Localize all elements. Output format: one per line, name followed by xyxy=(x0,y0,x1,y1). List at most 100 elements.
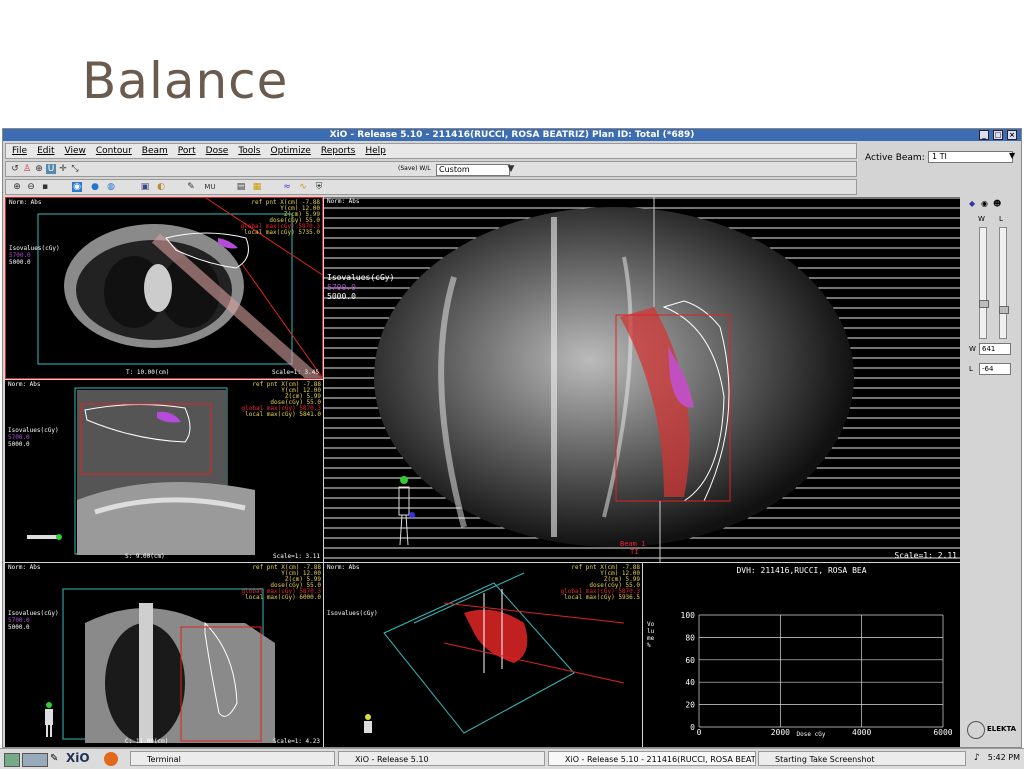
curve-icon[interactable]: ∿ xyxy=(298,182,308,192)
wave-icon[interactable]: ≈ xyxy=(282,182,292,192)
menu-port[interactable]: Port xyxy=(178,146,196,156)
beam-sublabel: TI xyxy=(630,548,639,556)
pointer-icon[interactable]: ✛ xyxy=(58,164,68,174)
3d-view[interactable]: Norm: Abs Isovalues(cGy) ref pnt X(cm) -… xyxy=(324,563,642,747)
refpnt-readout: ref pnt X(cm) -7.88 Y(cm) 12.00 Z(cm) 5.99… xyxy=(560,564,640,601)
level-value-input[interactable]: -64 xyxy=(979,363,1011,375)
menu-file[interactable]: File xyxy=(12,146,27,156)
orientation-figure-icon xyxy=(398,476,415,546)
taskbar-item-terminal[interactable]: Terminal xyxy=(130,751,335,766)
coronal-scale-label: Scale=1: 4.23 xyxy=(273,738,320,745)
calculator-icon[interactable]: ▤ xyxy=(236,182,246,192)
dvh-x-axis-label: Dose cGy xyxy=(797,731,826,738)
window-level-preset-select[interactable]: Custom xyxy=(436,164,510,176)
chevron-down-icon[interactable]: ▼ xyxy=(506,164,516,174)
menu-reports[interactable]: Reports xyxy=(321,146,356,156)
eye-icon[interactable]: ◉ xyxy=(981,199,988,208)
dvh-x-tick-label: 0 xyxy=(697,728,702,737)
mask-icon[interactable]: ☻ xyxy=(993,199,1001,208)
dvh-x-tick-label: 6000 xyxy=(933,728,952,737)
menu-dose[interactable]: Dose xyxy=(206,146,229,156)
w-label: W xyxy=(978,215,985,223)
norm-label: Norm: Abs xyxy=(8,564,41,571)
level-slider[interactable] xyxy=(999,227,1009,339)
taskbar-item-xio-plan[interactable]: XiO - Release 5.10 - 211416(RUCCI, ROSA … xyxy=(548,751,756,766)
window-level-sidebar: ◆ ◉ ☻ W L W 641 L -64 ELEKTA xyxy=(961,199,1021,747)
beams-eye-view[interactable]: Norm: Abs Isovalues(cGy) 5700.0 5000.0 B… xyxy=(324,197,960,562)
orientation-figure-icon xyxy=(45,702,53,737)
chevron-down-icon[interactable]: ▼ xyxy=(1009,151,1015,160)
norm-label: Norm: Abs xyxy=(327,198,360,205)
zoom-out-icon[interactable]: ⊖ xyxy=(26,182,36,192)
globe-alt-icon[interactable]: ◍ xyxy=(106,182,116,192)
show-desktop-icon[interactable] xyxy=(4,753,20,767)
coronal-slice-label: C: 11.00(cm) xyxy=(125,738,169,745)
menu-view[interactable]: View xyxy=(65,146,86,156)
shield-icon[interactable]: ⛨ xyxy=(314,182,324,192)
mu-icon[interactable]: MU xyxy=(202,182,218,192)
view-icon[interactable]: ◆ xyxy=(969,199,975,208)
chart-icon[interactable]: ▦ xyxy=(252,182,262,192)
menu-contour[interactable]: Contour xyxy=(96,146,132,156)
target-icon[interactable]: ⊕ xyxy=(34,164,44,174)
select-icon[interactable]: U xyxy=(46,164,56,174)
globe-icon[interactable]: ● xyxy=(90,182,100,192)
l-label: L xyxy=(999,215,1003,223)
menu-beam[interactable]: Beam xyxy=(142,146,168,156)
contour-icon[interactable]: ◐ xyxy=(156,182,166,192)
norm-label: Norm: Abs xyxy=(9,199,42,206)
axial-scale-label: Scale=1: 3.45 xyxy=(272,369,319,376)
isovalue-low: 5000.0 xyxy=(8,441,30,448)
window-value-input[interactable]: 641 xyxy=(979,343,1011,355)
menu-optimize[interactable]: Optimize xyxy=(270,146,310,156)
coronal-view[interactable]: Norm: Abs Isovalues(cGy) 5700.0 5000.0 r… xyxy=(5,563,323,747)
dvh-y-tick-label: 40 xyxy=(685,678,695,687)
dvh-x-tick-label: 4000 xyxy=(852,728,871,737)
menu-help[interactable]: Help xyxy=(365,146,386,156)
dvh-panel[interactable]: DVH: 211416,RUCCI, ROSA BEA Volume % 0 20… xyxy=(643,563,960,747)
firefox-icon[interactable] xyxy=(104,752,118,766)
dvh-x-tick-label: 2000 xyxy=(771,728,790,737)
taskbar-item-screenshot[interactable]: Starting Take Screenshot xyxy=(758,751,966,766)
edit-icon[interactable]: ✎ xyxy=(186,182,196,192)
dvh-y-tick-label: 20 xyxy=(685,701,695,710)
save-wl-button[interactable]: (Save) W/L xyxy=(398,165,431,172)
sagittal-view[interactable]: Norm: Abs Isovalues(cGy) 5700.0 5000.0 r… xyxy=(5,380,323,562)
refpnt-readout: ref pnt X(cm) -7.88 Y(cm) 12.00 Z(cm) 5.99… xyxy=(241,381,321,418)
layout-icon[interactable]: ◉ xyxy=(72,182,82,192)
norm-label: Norm: Abs xyxy=(327,564,360,571)
refpnt-readout: ref pnt X(cm) -7.88 Y(cm) 12.00 Z(cm) 5.99… xyxy=(241,564,321,601)
active-beam-select[interactable]: 1 TI xyxy=(928,151,1013,163)
active-beam-label: Active Beam: xyxy=(865,153,925,163)
volume-icon[interactable]: ♪ xyxy=(974,753,980,763)
elekta-logo: ELEKTA xyxy=(987,725,1017,733)
save-icon[interactable]: ▪ xyxy=(40,182,50,192)
taskbar: ✎ XiO Terminal XiO - Release 5.10 XiO - … xyxy=(0,748,1024,769)
taskbar-item-xio[interactable]: XiO - Release 5.10 xyxy=(338,751,545,766)
w-field-label: W xyxy=(969,345,976,353)
window-title: XiO - Release 5.10 - 211416(RUCCI, ROSA … xyxy=(329,130,695,140)
minimize-icon[interactable]: _ xyxy=(979,130,989,140)
dvh-y-tick-label: 60 xyxy=(685,656,695,665)
menu-edit[interactable]: Edit xyxy=(37,146,54,156)
l-field-label: L xyxy=(969,365,973,373)
xio-launcher[interactable]: XiO xyxy=(66,751,90,765)
isovalue-low: 5000.0 xyxy=(9,259,31,266)
patient-icon[interactable]: ♙ xyxy=(22,164,32,174)
elekta-logo-icon xyxy=(967,721,985,739)
sagittal-slice-label: S: 9.00(cm) xyxy=(125,553,165,560)
axial-view[interactable]: Norm: Abs Isovalues(cGy) 5700.0 5000.0 r… xyxy=(5,197,323,379)
undo-icon[interactable]: ↺ xyxy=(10,164,20,174)
close-icon[interactable]: × xyxy=(1007,130,1017,140)
menu-tools[interactable]: Tools xyxy=(238,146,260,156)
workspace-icon[interactable] xyxy=(22,753,48,767)
orientation-figure-icon xyxy=(27,534,62,540)
paint-icon[interactable]: ✎ xyxy=(50,753,58,764)
toolbar-secondary: ⊕ ⊖ ▪ ◉ ● ◍ ▣ ◐ ✎ MU ▤ ▦ ≈ ∿ ⛨ xyxy=(5,179,857,195)
isovalues-label: Isovalues(cGy) xyxy=(327,273,395,282)
maximize-icon[interactable]: □ xyxy=(993,130,1003,140)
dose-icon[interactable]: ▣ xyxy=(140,182,150,192)
window-slider[interactable] xyxy=(979,227,989,339)
drag-icon[interactable]: ⤡ xyxy=(70,164,80,174)
zoom-in-icon[interactable]: ⊕ xyxy=(12,182,22,192)
